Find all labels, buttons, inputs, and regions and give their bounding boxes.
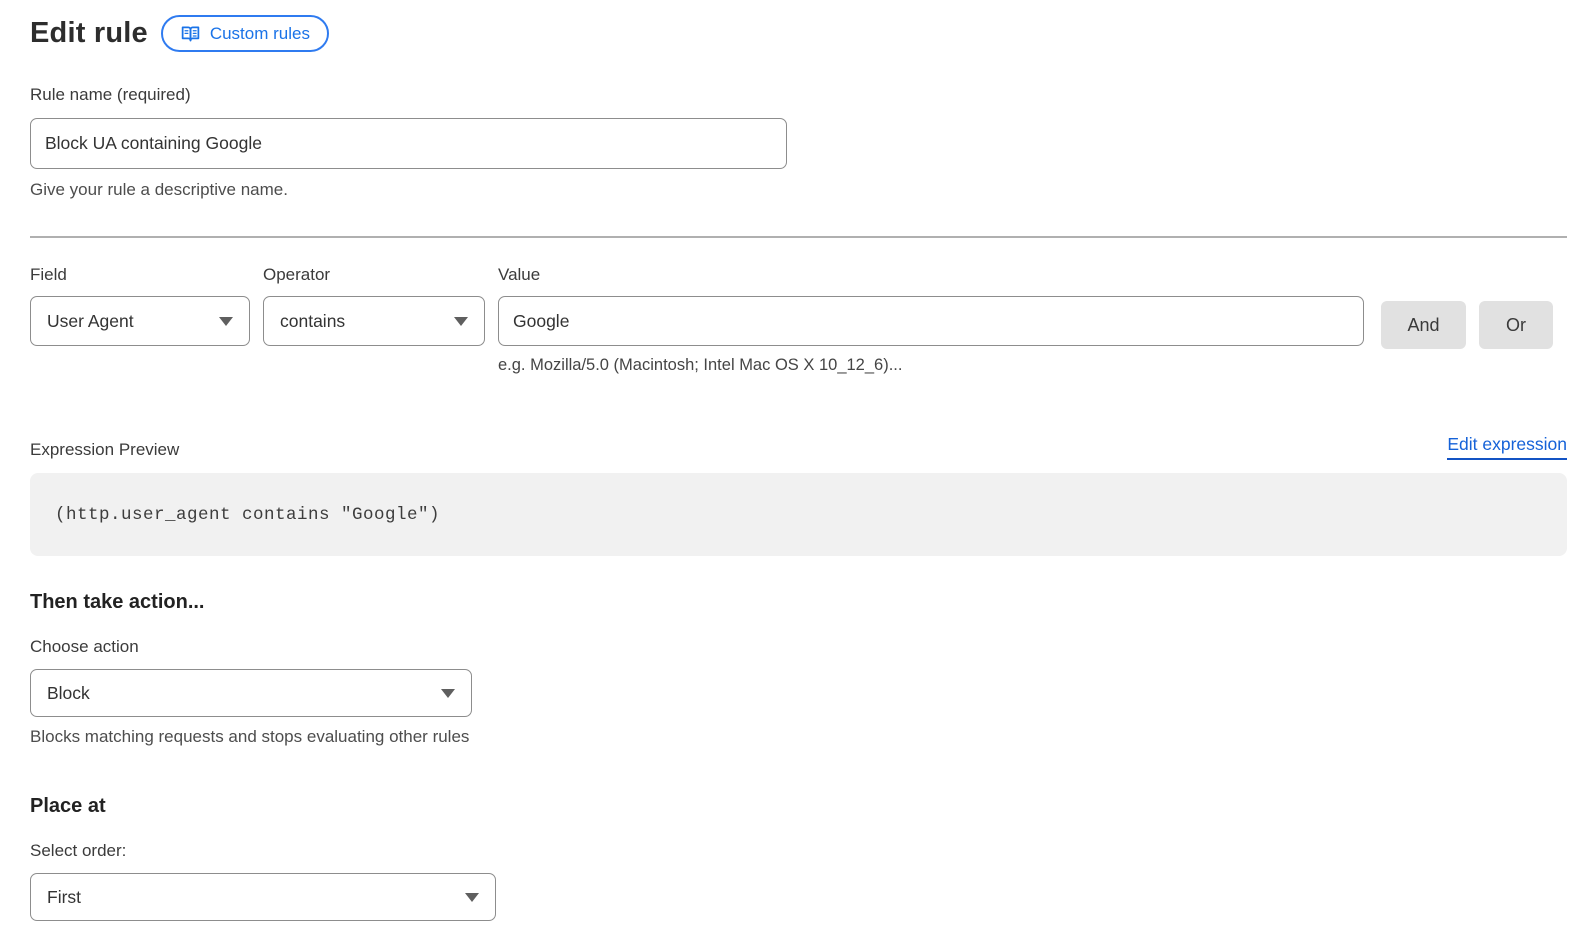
section-divider	[30, 236, 1567, 238]
header: Edit rule Custom rules	[30, 15, 1567, 52]
order-select[interactable]: First	[30, 873, 496, 921]
placement-section: Place at Select order: First	[30, 795, 1567, 921]
rule-name-input[interactable]	[30, 118, 787, 169]
expression-preview-box: (http.user_agent contains "Google")	[30, 473, 1567, 556]
chevron-down-icon	[454, 317, 468, 326]
rule-name-label: Rule name (required)	[30, 85, 1567, 105]
chevron-down-icon	[219, 317, 233, 326]
chevron-down-icon	[441, 689, 455, 698]
operator-select[interactable]: contains	[263, 296, 485, 346]
page-title: Edit rule	[30, 17, 148, 50]
action-select[interactable]: Block	[30, 669, 472, 717]
custom-rules-badge[interactable]: Custom rules	[161, 15, 329, 52]
action-help: Blocks matching requests and stops evalu…	[30, 727, 1567, 747]
value-hint: e.g. Mozilla/5.0 (Macintosh; Intel Mac O…	[498, 356, 1364, 375]
edit-rule-page: Edit rule Custom rules Rule name (requir…	[0, 0, 1587, 921]
place-at-heading: Place at	[30, 795, 1567, 818]
value-label: Value	[498, 265, 1364, 285]
expression-code: (http.user_agent contains "Google")	[55, 505, 440, 525]
and-button[interactable]: And	[1381, 301, 1466, 349]
action-section: Then take action... Choose action Block …	[30, 591, 1567, 747]
operator-label: Operator	[263, 265, 485, 285]
choose-action-label: Choose action	[30, 637, 1567, 657]
expression-header: Expression Preview Edit expression	[30, 434, 1567, 460]
action-select-value: Block	[47, 683, 90, 704]
condition-row: Field User Agent Operator contains Value…	[30, 265, 1567, 375]
open-book-icon	[180, 23, 201, 44]
custom-rules-badge-label: Custom rules	[210, 24, 310, 44]
field-select[interactable]: User Agent	[30, 296, 250, 346]
operator-select-value: contains	[280, 311, 345, 332]
field-label: Field	[30, 265, 250, 285]
action-heading: Then take action...	[30, 591, 1567, 614]
rule-name-section: Rule name (required) Give your rule a de…	[30, 85, 1567, 200]
value-input[interactable]	[498, 296, 1364, 346]
field-select-value: User Agent	[47, 311, 134, 332]
edit-expression-link[interactable]: Edit expression	[1447, 434, 1567, 460]
chevron-down-icon	[465, 893, 479, 902]
expression-preview-label: Expression Preview	[30, 440, 179, 460]
rule-name-help: Give your rule a descriptive name.	[30, 180, 1567, 200]
select-order-label: Select order:	[30, 841, 1567, 861]
order-select-value: First	[47, 887, 81, 908]
or-button[interactable]: Or	[1479, 301, 1553, 349]
